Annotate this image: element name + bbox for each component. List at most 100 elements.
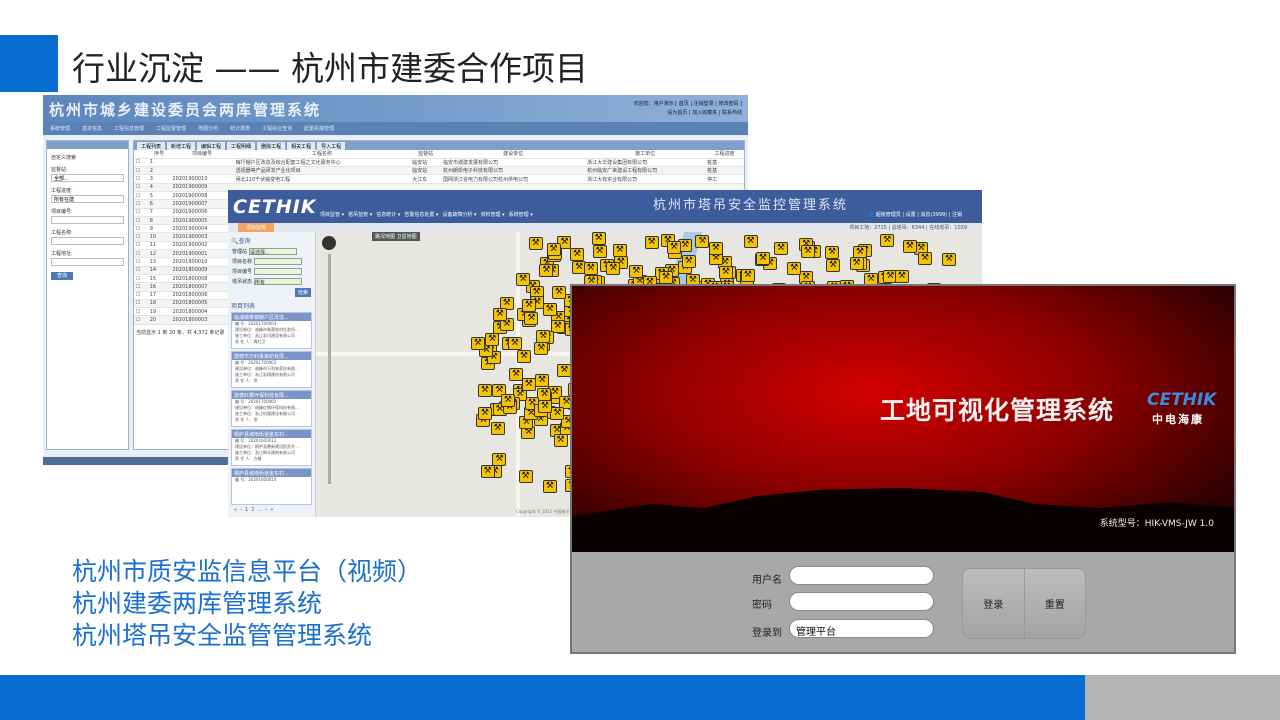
address-input[interactable] (51, 258, 124, 266)
construction-marker-icon[interactable]: ⚒ (644, 236, 659, 250)
row-checkbox[interactable]: ☐ (134, 299, 148, 309)
row-checkbox[interactable]: ☐ (134, 315, 148, 325)
row-checkbox[interactable]: ☐ (134, 183, 148, 193)
login-button[interactable]: 登录 (963, 569, 1025, 638)
construction-marker-icon[interactable]: ⚒ (740, 268, 755, 282)
nav-item[interactable]: 地图分布 (193, 122, 223, 135)
construction-marker-icon[interactable]: ⚒ (485, 333, 500, 347)
construction-marker-icon[interactable]: ⚒ (528, 237, 543, 251)
construction-marker-icon[interactable]: ⚒ (492, 453, 507, 467)
construction-marker-icon[interactable]: ⚒ (773, 242, 788, 256)
toolbar-tab[interactable]: 导入工程 (317, 142, 346, 150)
pager-button[interactable]: » (270, 507, 273, 513)
nav-item[interactable]: 工程综合查询 (257, 122, 297, 135)
pager-button[interactable]: 2 (251, 507, 254, 513)
construction-marker-icon[interactable]: ⚒ (755, 252, 770, 266)
row-checkbox[interactable]: ☐ (134, 307, 148, 317)
reset-button[interactable]: 重置 (1025, 569, 1086, 638)
nav-item[interactable]: 起重机械管理 (299, 122, 339, 135)
construction-marker-icon[interactable]: ⚒ (500, 394, 515, 408)
toolbar-tab[interactable]: 新增工程 (167, 142, 196, 150)
user-menu[interactable]: 👤 超级管理员 | 设置 | 消息(3999) | 注销 (868, 211, 962, 218)
toolbar-tab[interactable]: 相关工程 (287, 142, 316, 150)
construction-marker-icon[interactable]: ⚒ (681, 254, 696, 268)
construction-marker-icon[interactable]: ⚒ (718, 266, 733, 280)
progress-select[interactable]: 所有在建 (51, 195, 124, 203)
pager-button[interactable]: 1 (245, 507, 248, 513)
search-button[interactable]: 查询 (51, 272, 73, 280)
pager-button[interactable]: ‹ (240, 507, 242, 513)
row-checkbox[interactable]: ☐ (134, 166, 148, 176)
construction-marker-icon[interactable]: ⚒ (894, 269, 909, 283)
project-name[interactable]: 建德市万利来家纺有限... (232, 352, 311, 360)
construction-marker-icon[interactable]: ⚒ (880, 234, 895, 248)
row-checkbox[interactable]: ☐ (134, 199, 148, 209)
name-input[interactable] (254, 258, 303, 265)
construction-marker-icon[interactable]: ⚒ (553, 433, 568, 447)
construction-marker-icon[interactable]: ⚒ (536, 330, 551, 344)
row-checkbox[interactable]: ☐ (134, 216, 148, 226)
nav-item[interactable]: 基本信息 (77, 122, 107, 135)
row-checkbox[interactable]: ☐ (134, 274, 148, 284)
nav-item[interactable]: 统计报表 (225, 122, 255, 135)
row-checkbox[interactable]: ☐ (134, 257, 148, 267)
construction-marker-icon[interactable]: ⚒ (550, 406, 565, 420)
menu-item[interactable]: 塔吊监管 ▾ (348, 211, 372, 218)
menu-item[interactable]: 设备故障分析 ▾ (442, 211, 476, 218)
project-name[interactable]: 桐庐县城南街道金东村... (232, 430, 311, 438)
name-input[interactable] (51, 237, 124, 245)
nav-item[interactable]: 工程监督管理 (151, 122, 191, 135)
user-links[interactable]: 超级管理员 | 设置 | 消息(3999) | 注销 (876, 212, 962, 218)
construction-marker-icon[interactable]: ⚒ (552, 286, 567, 300)
pager-button[interactable]: « (234, 507, 237, 513)
table-row[interactable]: ☐ 2 透视器等产品研发产业化项目 临安站 杭州朗凯电子科技有限公司 杭州临安广来建设工程… (134, 166, 744, 176)
construction-marker-icon[interactable]: ⚒ (800, 244, 815, 258)
construction-marker-icon[interactable]: ⚒ (546, 243, 561, 257)
construction-marker-icon[interactable]: ⚒ (516, 349, 531, 363)
construction-marker-icon[interactable]: ⚒ (902, 240, 917, 254)
search-button[interactable]: 检索 (294, 288, 311, 297)
construction-marker-icon[interactable]: ⚒ (477, 384, 492, 398)
menu-item[interactable]: 系统管理 ▾ (509, 211, 533, 218)
breadcrumb[interactable]: 项目监管 (238, 223, 275, 232)
construction-marker-icon[interactable]: ⚒ (917, 252, 932, 266)
code-input[interactable] (254, 268, 303, 275)
row-checkbox[interactable]: ☐ (134, 282, 148, 292)
construction-marker-icon[interactable]: ⚒ (542, 479, 557, 493)
construction-marker-icon[interactable]: ⚒ (849, 256, 864, 270)
toolbar-tab[interactable]: 编辑工程 (197, 142, 226, 150)
construction-marker-icon[interactable]: ⚒ (534, 342, 549, 356)
pager-button[interactable]: › (265, 507, 267, 513)
construction-marker-icon[interactable]: ⚒ (521, 299, 536, 313)
construction-marker-icon[interactable]: ⚒ (743, 234, 758, 248)
menu-item[interactable]: 告警信息处置 ▾ (404, 211, 438, 218)
construction-marker-icon[interactable]: ⚒ (826, 258, 841, 272)
project-name[interactable]: 桐庐县城南街道金东村... (232, 469, 311, 477)
construction-marker-icon[interactable]: ⚒ (629, 265, 644, 279)
project-name[interactable]: 临浦镇車镇棚户区改造... (232, 313, 311, 321)
toolbar-tab[interactable]: 工程明细 (227, 142, 256, 150)
password-input[interactable] (789, 592, 934, 611)
row-checkbox[interactable]: ☐ (134, 208, 148, 217)
login-to-select[interactable]: 管理平台 (789, 619, 934, 638)
table-row[interactable]: ☐ 3 20201900010 闸北110千伏输变电工程 大江东 国网浙江省电力有限公司杭… (134, 174, 744, 184)
menu-item[interactable]: 项目监管 ▾ (320, 211, 344, 218)
construction-marker-icon[interactable]: ⚒ (591, 232, 606, 246)
construction-marker-icon[interactable]: ⚒ (492, 307, 507, 321)
map-type-switch[interactable]: 路况地图 卫星地图 (372, 232, 420, 241)
project-name[interactable]: 建德红狮环保科技有限... (232, 391, 311, 399)
construction-marker-icon[interactable]: ⚒ (521, 378, 536, 392)
construction-marker-icon[interactable]: ⚒ (535, 373, 549, 387)
construction-marker-icon[interactable]: ⚒ (518, 470, 533, 484)
construction-marker-icon[interactable]: ⚒ (542, 303, 557, 317)
construction-marker-icon[interactable]: ⚒ (787, 261, 802, 275)
project-card[interactable]: 建德市万利来家纺有限... 编 号：20201700002 建设单位：逾峰市万利来家… (231, 351, 312, 388)
pager-button[interactable]: ... (257, 507, 262, 513)
station-select[interactable]: 全部... (51, 174, 124, 182)
station-select[interactable]: 请选择.. (249, 248, 298, 256)
row-checkbox[interactable]: ☐ (134, 249, 148, 259)
toolbar-tab[interactable]: 工程列表 (137, 142, 166, 150)
construction-marker-icon[interactable]: ⚒ (570, 248, 585, 262)
row-checkbox[interactable]: ☐ (134, 232, 148, 242)
menu-item[interactable]: 资料管理 ▾ (481, 211, 505, 218)
